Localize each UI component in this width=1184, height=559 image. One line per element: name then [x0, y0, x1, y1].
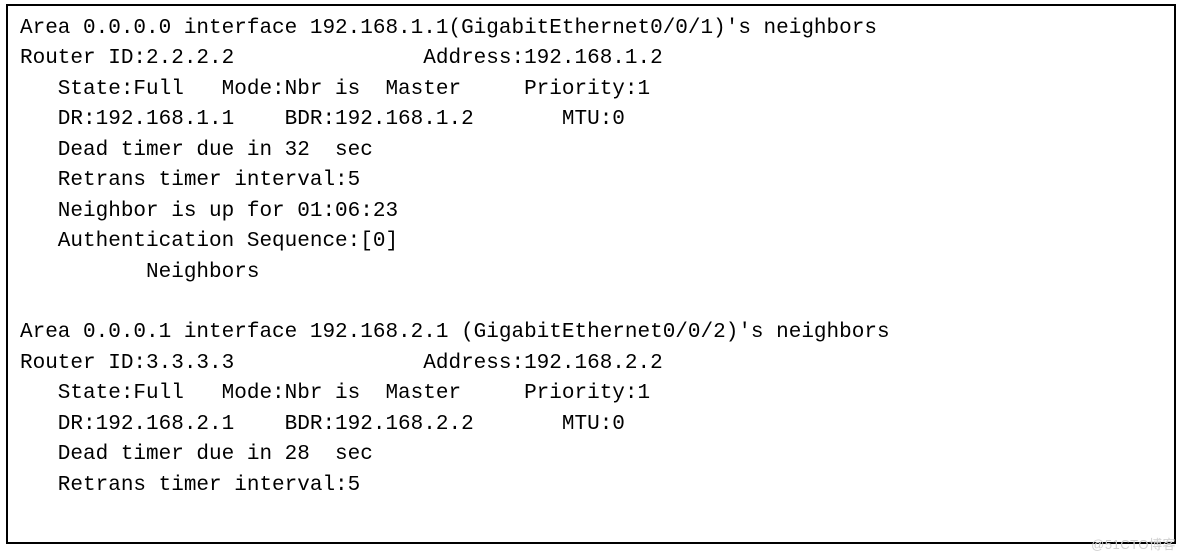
ospf-neighbor-block-0-line-7: Neighbors — [20, 258, 1162, 288]
ospf-neighbor-block-0-line-1: State:Full Mode:Nbr is Master Priority:1 — [20, 75, 1162, 105]
ospf-neighbor-block-1-line-0: Router ID:3.3.3.3 Address:192.168.2.2 — [20, 349, 1162, 379]
ospf-neighbor-block-0-header: Area 0.0.0.0 interface 192.168.1.1(Gigab… — [20, 14, 1162, 44]
ospf-neighbor-block-0-line-4: Retrans timer interval:5 — [20, 166, 1162, 196]
blank-line — [20, 288, 1162, 318]
ospf-neighbor-block-1-line-1: State:Full Mode:Nbr is Master Priority:1 — [20, 379, 1162, 409]
ospf-neighbor-block-0-line-3: Dead timer due in 32 sec — [20, 136, 1162, 166]
ospf-neighbor-block-0-line-6: Authentication Sequence:[0] — [20, 227, 1162, 257]
ospf-neighbor-block-0-line-2: DR:192.168.1.1 BDR:192.168.1.2 MTU:0 — [20, 105, 1162, 135]
watermark-text: @51CTO博客 — [1091, 536, 1176, 555]
ospf-neighbor-block-0-line-5: Neighbor is up for 01:06:23 — [20, 197, 1162, 227]
ospf-neighbor-block-0-line-0: Router ID:2.2.2.2 Address:192.168.1.2 — [20, 44, 1162, 74]
ospf-neighbor-block-1-header: Area 0.0.0.1 interface 192.168.2.1 (Giga… — [20, 318, 1162, 348]
ospf-neighbor-block-1-line-4: Retrans timer interval:5 — [20, 471, 1162, 501]
ospf-neighbor-block-1-line-3: Dead timer due in 28 sec — [20, 440, 1162, 470]
ospf-neighbor-block-1-line-2: DR:192.168.2.1 BDR:192.168.2.2 MTU:0 — [20, 410, 1162, 440]
terminal-output-frame: Area 0.0.0.0 interface 192.168.1.1(Gigab… — [6, 4, 1176, 544]
